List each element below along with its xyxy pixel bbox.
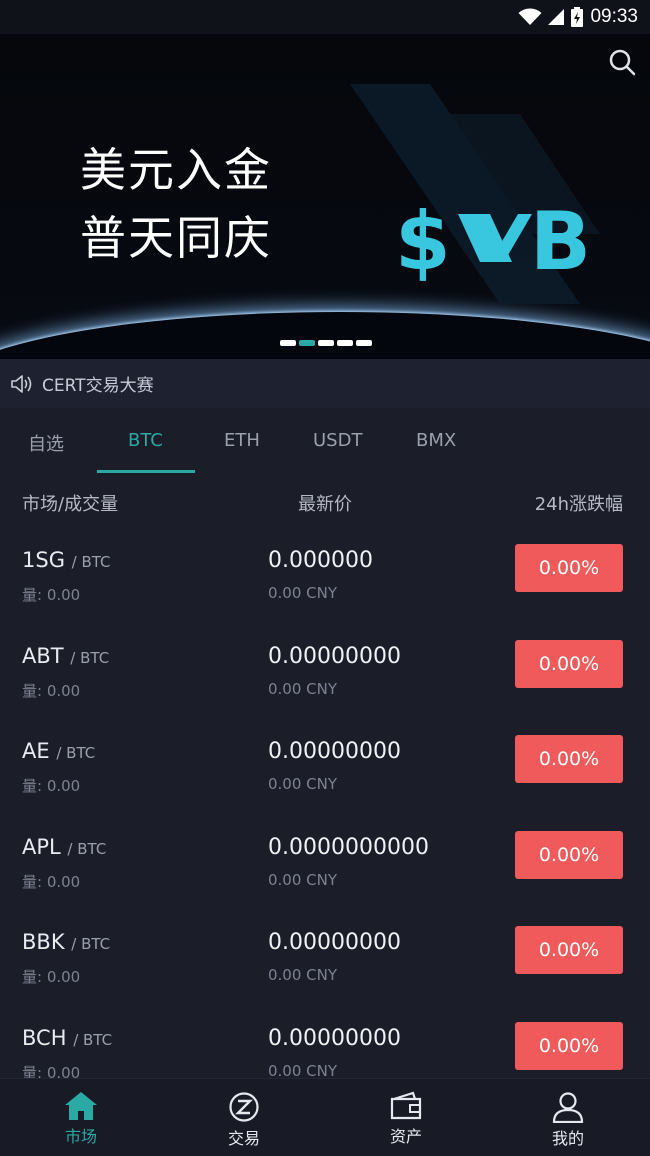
nav-trade[interactable]: 交易 [184,1079,304,1156]
market-tabs: 自选 BTC ETH USDT BMX [0,418,650,474]
carousel-dot[interactable] [318,340,334,346]
carousel-indicator[interactable] [280,340,375,346]
last-price: 0.0000000000 [268,834,429,860]
quote-symbol: / BTC [71,935,111,953]
price-cny: 0.00 CNY [268,584,338,602]
volume-text: 量: 0.00 [22,872,81,891]
carousel-dot[interactable] [337,340,353,346]
column-headers: 市场/成交量 最新价 24h涨跌幅 [0,490,650,520]
home-icon [65,1092,97,1120]
clock-time: 09:33 [590,6,638,27]
volume-text: 量: 0.00 [22,968,81,986]
market-row[interactable]: ABT / BTC 量: 0.00 0.00000000 0.00 CNY 0.… [0,632,650,728]
wifi-icon [518,8,542,25]
change-badge[interactable]: 0.00% [515,639,623,688]
battery-icon [571,7,584,27]
change-badge[interactable]: 0.00% [515,1021,623,1070]
promo-banner[interactable]: $ B 美元入金 普天同庆 [0,34,650,359]
announcement-text: CERT交易大赛 [42,376,154,396]
quote-symbol: / BTC [70,648,110,667]
tab-btc[interactable]: BTC [128,430,163,451]
market-row[interactable]: 1SG / BTC 量: 0.00 0.000000 0.00 CNY 0.00… [0,536,650,632]
carousel-dot[interactable] [280,340,296,346]
base-symbol: AE [22,739,50,763]
exchange-icon [229,1092,259,1122]
wallet-icon [390,1091,422,1120]
pair-name: 1SG / BTC [22,548,111,572]
price-cny: 0.00 CNY [268,1061,338,1080]
volume-text: 量: 0.00 [22,586,81,604]
last-price: 0.000000 [268,548,373,573]
volume-text: 量: 0.00 [22,777,81,795]
tab-favorites[interactable]: 自选 [28,430,64,456]
nav-market[interactable]: 市场 [21,1079,141,1156]
price-cny: 0.00 CNY [268,679,338,698]
header-24h-change[interactable]: 24h涨跌幅 [535,490,623,516]
banner-headline-line2: 普天同庆 [80,211,272,265]
nav-profile[interactable]: 我的 [508,1079,628,1156]
user-icon [552,1092,584,1123]
announcement-bar[interactable]: CERT交易大赛 [0,359,650,408]
active-tab-indicator [97,470,195,473]
price-cny: 0.00 CNY [268,870,338,889]
volume-text: 量: 0.00 [22,681,81,700]
pair-name: AE / BTC [22,739,95,763]
header-market-volume[interactable]: 市场/成交量 [22,490,118,516]
market-row[interactable]: BBK / BTC 量: 0.00 0.00000000 0.00 CNY 0.… [0,918,650,1014]
base-symbol: APL [22,834,61,859]
status-bar: 09:33 [0,0,650,34]
price-cny: 0.00 CNY [268,775,338,793]
banner-headline-line1: 美元入金 [80,143,272,197]
quote-symbol: / BTC [73,1030,113,1049]
smb-logo: $ B [350,84,600,304]
change-badge[interactable]: 0.00% [515,735,623,783]
pair-name: BBK / BTC [22,930,110,954]
nav-assets[interactable]: 资产 [346,1079,466,1156]
change-badge[interactable]: 0.00% [515,830,623,879]
change-badge[interactable]: 0.00% [515,926,623,974]
quote-symbol: / BTC [67,839,107,858]
quote-symbol: / BTC [71,553,111,571]
pair-name: BCH / BTC [22,1026,112,1050]
last-price: 0.00000000 [268,930,401,955]
header-latest-price[interactable]: 最新价 [298,490,352,516]
last-price: 0.00000000 [268,643,401,669]
nav-market-label: 市场 [64,1127,97,1146]
nav-profile-label: 我的 [551,1129,584,1148]
base-symbol: 1SG [22,548,65,572]
speaker-icon [11,374,32,393]
price-cny: 0.00 CNY [268,966,338,984]
signal-icon [548,9,565,25]
quote-symbol: / BTC [56,744,96,762]
last-price: 0.00000000 [268,1025,401,1051]
base-symbol: BCH [22,1025,67,1050]
carousel-dot[interactable] [356,340,372,346]
pair-name: APL / BTC [22,835,106,859]
nav-assets-label: 资产 [389,1127,422,1146]
base-symbol: BBK [22,930,65,954]
tab-usdt[interactable]: USDT [313,430,362,451]
base-symbol: ABT [22,643,64,668]
change-badge[interactable]: 0.00% [515,544,623,592]
tab-eth[interactable]: ETH [224,430,260,451]
nav-trade-label: 交易 [227,1129,260,1148]
market-row[interactable]: APL / BTC 量: 0.00 0.0000000000 0.00 CNY … [0,823,650,919]
last-price: 0.00000000 [268,739,401,764]
market-row[interactable]: AE / BTC 量: 0.00 0.00000000 0.00 CNY 0.0… [0,727,650,823]
bottom-navigation: 市场 交易 资产 我的 [0,1078,650,1156]
pair-name: ABT / BTC [22,644,109,668]
carousel-dot-active[interactable] [299,340,315,346]
svg-text:B: B [530,195,591,288]
market-list: 1SG / BTC 量: 0.00 0.000000 0.00 CNY 0.00… [0,536,650,1109]
svg-text:$: $ [395,195,451,288]
search-icon[interactable] [608,48,636,76]
tab-bmx[interactable]: BMX [416,430,456,451]
